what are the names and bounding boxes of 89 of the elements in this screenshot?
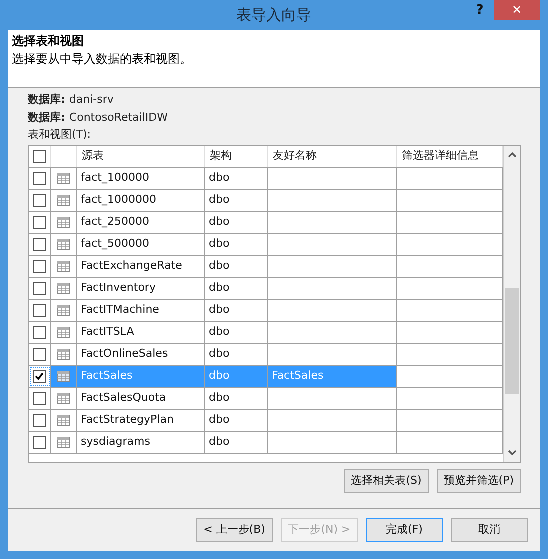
- table-row[interactable]: FactITMachine dbo: [29, 300, 503, 322]
- checkbox[interactable]: [33, 282, 46, 295]
- page-heading: 选择表和视图: [12, 33, 85, 50]
- table-cell-text: dbo: [209, 412, 230, 428]
- table-row[interactable]: FactOnlineSales dbo: [29, 344, 503, 366]
- table-row[interactable]: fact_250000 dbo: [29, 212, 503, 234]
- table-row[interactable]: FactITSLA dbo: [29, 322, 503, 344]
- table-cell-text: FactSales: [272, 368, 324, 384]
- table-row[interactable]: fact_100000 dbo: [29, 168, 503, 190]
- table-cell-text: fact_100000: [81, 170, 150, 186]
- table-icon: [57, 393, 70, 404]
- nav-button[interactable]: 取消: [451, 518, 528, 542]
- table-icon: [57, 437, 70, 448]
- column-header: 友好名称: [273, 148, 317, 164]
- checkbox[interactable]: [33, 436, 46, 449]
- table-cell-text: FactITSLA: [81, 324, 134, 340]
- checkbox[interactable]: [33, 370, 46, 383]
- table-label: 表和视图(T):: [28, 127, 92, 143]
- action-button[interactable]: 预览并筛选(P): [436, 469, 521, 493]
- table-icon: [57, 371, 70, 382]
- table-cell-text: dbo: [209, 236, 230, 252]
- table-row[interactable]: FactSalesQuota dbo: [29, 388, 503, 410]
- checkbox[interactable]: [33, 216, 46, 229]
- field-label: 数据库:: [28, 92, 66, 108]
- table-icon: [57, 327, 70, 338]
- field-value: dani-srv: [69, 92, 114, 108]
- field-label: 数据库:: [28, 110, 66, 126]
- table-icon: [57, 415, 70, 426]
- checkbox[interactable]: [33, 326, 46, 339]
- table-cell-text: fact_1000000: [81, 192, 156, 208]
- window-title: 表导入向导: [236, 4, 312, 26]
- table-icon: [57, 305, 70, 316]
- table-cell-text: dbo: [209, 214, 230, 230]
- table-cell-text: dbo: [209, 434, 230, 450]
- table-cell-text: FactSalesQuota: [81, 390, 166, 406]
- checkbox[interactable]: [33, 414, 46, 427]
- checkbox[interactable]: [33, 150, 46, 163]
- help-button[interactable]: ?: [472, 2, 488, 20]
- column-header: 源表: [82, 148, 104, 164]
- table-icon: [57, 173, 70, 184]
- table-icon: [57, 239, 70, 250]
- table-cell-text: dbo: [209, 280, 230, 296]
- table-cell-text: sysdiagrams: [81, 434, 150, 450]
- table-cell-text: FactInventory: [81, 280, 156, 296]
- action-button[interactable]: 选择相关表(S): [344, 469, 429, 493]
- checkbox[interactable]: [33, 304, 46, 317]
- close-button[interactable]: ✕: [494, 0, 540, 20]
- table-icon: [57, 283, 70, 294]
- checkbox[interactable]: [33, 238, 46, 251]
- checkbox[interactable]: [33, 260, 46, 273]
- table-cell-text: fact_250000: [81, 214, 150, 230]
- table-cell-text: FactStrategyPlan: [81, 412, 174, 428]
- table-cell-text: dbo: [209, 302, 230, 318]
- scroll-thumb[interactable]: [505, 288, 519, 394]
- table-icon: [57, 217, 70, 228]
- table-row[interactable]: fact_500000 dbo: [29, 234, 503, 256]
- page-description: 选择要从中导入数据的表和视图。: [12, 51, 193, 68]
- nav-button[interactable]: < 上一步(B): [196, 518, 273, 542]
- table-cell-text: FactITMachine: [81, 302, 160, 318]
- table-row[interactable]: FactInventory dbo: [29, 278, 503, 300]
- table-icon: [57, 349, 70, 360]
- table-cell-text: dbo: [209, 346, 230, 362]
- table-cell-text: dbo: [209, 368, 230, 384]
- table-cell-text: dbo: [209, 170, 230, 186]
- scroll-up-icon[interactable]: [508, 152, 516, 158]
- table-cell-text: dbo: [209, 390, 230, 406]
- table-row[interactable]: FactStrategyPlan dbo: [29, 410, 503, 432]
- table-cell-text: dbo: [209, 258, 230, 274]
- table-row[interactable]: fact_1000000 dbo: [29, 190, 503, 212]
- table-cell-text: dbo: [209, 192, 230, 208]
- table-row[interactable]: sysdiagrams dbo: [29, 432, 503, 454]
- nav-button[interactable]: 完成(F): [366, 518, 443, 542]
- table-row[interactable]: FactExchangeRate dbo: [29, 256, 503, 278]
- table-cell-text: FactSales: [81, 368, 133, 384]
- scrollbar[interactable]: [503, 146, 520, 462]
- column-header: 筛选器详细信息: [402, 148, 479, 164]
- table-icon: [57, 195, 70, 206]
- scroll-down-icon[interactable]: [508, 450, 516, 456]
- checkbox[interactable]: [33, 348, 46, 361]
- checkbox[interactable]: [33, 194, 46, 207]
- table-cell-text: FactOnlineSales: [81, 346, 168, 362]
- table-icon: [57, 261, 70, 272]
- checkbox[interactable]: [33, 392, 46, 405]
- table-cell-text: dbo: [209, 324, 230, 340]
- table-cell-text: FactExchangeRate: [81, 258, 182, 274]
- column-header: 架构: [210, 148, 232, 164]
- checkbox[interactable]: [33, 172, 46, 185]
- table-cell-text: fact_500000: [81, 236, 150, 252]
- field-value: ContosoRetailIDW: [69, 110, 168, 126]
